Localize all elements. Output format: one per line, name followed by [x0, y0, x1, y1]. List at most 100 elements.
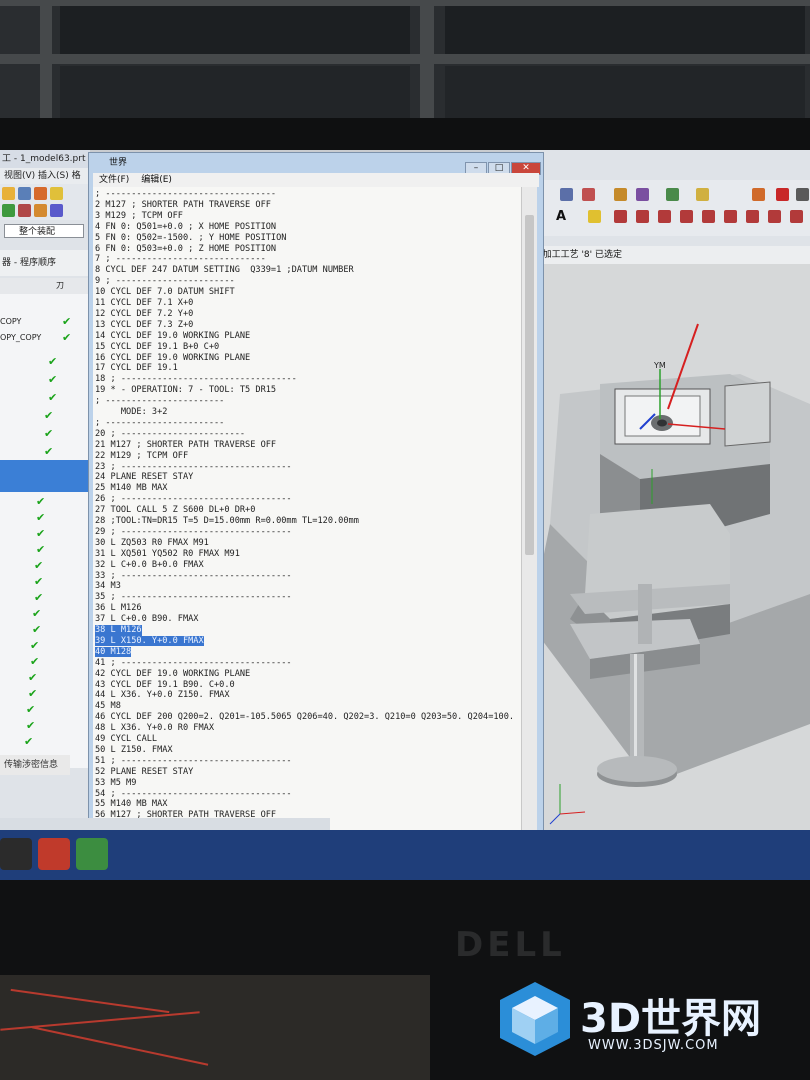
point-icon[interactable]: [680, 210, 693, 223]
code-line[interactable]: 55 M140 MB MAX: [95, 799, 167, 810]
code-line[interactable]: 52 PLANE RESET STAY: [95, 767, 193, 778]
nav-row[interactable]: ✔: [0, 408, 90, 424]
code-line[interactable]: 5 FN 0: Q502=-1500. ; Y HOME POSITION: [95, 233, 286, 244]
record-icon[interactable]: [776, 188, 789, 201]
display-icon[interactable]: [582, 188, 595, 201]
code-line[interactable]: 37 L C+0.0 B90. FMAX: [95, 614, 198, 625]
nav-row-selected[interactable]: [0, 476, 90, 492]
arc-icon[interactable]: [636, 210, 649, 223]
terminal-task[interactable]: [0, 838, 32, 870]
settings-icon[interactable]: [796, 188, 809, 201]
nav-row-selected[interactable]: [0, 460, 90, 476]
code-line[interactable]: 13 CYCL DEF 7.3 Z+0: [95, 320, 193, 331]
code-line[interactable]: 32 L C+0.0 B+0.0 FMAX: [95, 560, 204, 571]
nav-row[interactable]: ✔: [0, 574, 90, 590]
code-line[interactable]: ; -----------------------: [95, 418, 224, 429]
nav-row[interactable]: ✔: [0, 606, 90, 622]
nav-row-copy[interactable]: COPY ✔: [0, 314, 90, 330]
code-line[interactable]: 16 CYCL DEF 19.0 WORKING PLANE: [95, 353, 250, 364]
code-line[interactable]: 27 TOOL CALL 5 Z S600 DL+0 DR+0: [95, 505, 255, 516]
code-line[interactable]: 21 M127 ; SHORTER PATH TRAVERSE OFF: [95, 440, 276, 451]
code-line[interactable]: 46 CYCL DEF 200 Q200=2. Q201=-105.5065 Q…: [95, 712, 514, 723]
code-line[interactable]: 28 ;TOOL:TN=DR15 T=5 D=15.00mm R=0.00mm …: [95, 516, 359, 527]
code-line[interactable]: 3 M129 ; TCPM OFF: [95, 211, 183, 222]
nav-row[interactable]: ✔: [0, 510, 90, 526]
nav-row[interactable]: ✔: [0, 542, 90, 558]
save-icon[interactable]: [18, 187, 31, 200]
app-task[interactable]: [76, 838, 108, 870]
code-line[interactable]: 39 L X150. Y+0.0 FMAX: [95, 635, 204, 647]
code-line[interactable]: 48 L X36. Y+0.0 R0 FMAX: [95, 723, 214, 734]
code-line[interactable]: 10 CYCL DEF 7.0 DATUM SHIFT: [95, 287, 235, 298]
code-line[interactable]: ; -----------------------: [95, 396, 224, 407]
nav-row[interactable]: ✔: [0, 372, 90, 388]
nav-row[interactable]: ✔: [0, 638, 90, 654]
cad-menu-bar[interactable]: 视图(V) 插入(S) 格: [0, 168, 90, 184]
nav-row-copy-copy[interactable]: OPY_COPY ✔: [0, 330, 90, 346]
nav-row[interactable]: ✔: [0, 718, 90, 734]
code-line[interactable]: 6 FN 0: Q503=+0.0 ; Z HOME POSITION: [95, 244, 276, 255]
undo-icon[interactable]: [2, 204, 15, 217]
code-line[interactable]: 51 ; ---------------------------------: [95, 756, 292, 767]
nav-row[interactable]: ✔: [0, 686, 90, 702]
code-line[interactable]: 29 ; ---------------------------------: [95, 527, 292, 538]
code-line[interactable]: 23 ; ---------------------------------: [95, 462, 292, 473]
nav-row[interactable]: ✔: [0, 494, 90, 510]
orient-icon[interactable]: [614, 188, 627, 201]
line-icon[interactable]: [614, 210, 627, 223]
code-line[interactable]: 43 CYCL DEF 19.1 B90. C+0.0: [95, 680, 235, 691]
code-line[interactable]: 40 M128: [95, 646, 132, 658]
code-line[interactable]: 9 ; -----------------------: [95, 276, 235, 287]
tool-icon[interactable]: [34, 204, 47, 217]
dimension-icon[interactable]: [702, 210, 715, 223]
code-line[interactable]: 42 CYCL DEF 19.0 WORKING PLANE: [95, 669, 250, 680]
constraint-icon[interactable]: [724, 210, 737, 223]
nav-row[interactable]: ✔: [0, 558, 90, 574]
code-line[interactable]: 24 PLANE RESET STAY: [95, 472, 193, 483]
code-line[interactable]: 15 CYCL DEF 19.1 B+0 C+0: [95, 342, 219, 353]
nav-row[interactable]: ✔: [0, 702, 90, 718]
code-line[interactable]: MODE: 3+2: [95, 407, 168, 418]
code-line[interactable]: 20 ; ------------------------: [95, 429, 245, 440]
code-line[interactable]: 50 L Z150. FMAX: [95, 745, 173, 756]
note-icon[interactable]: [588, 210, 601, 223]
code-line[interactable]: 2 M127 ; SHORTER PATH TRAVERSE OFF: [95, 200, 271, 211]
nav-row[interactable]: ✔: [0, 590, 90, 606]
shade-icon[interactable]: [636, 188, 649, 201]
code-line[interactable]: 12 CYCL DEF 7.2 Y+0: [95, 309, 193, 320]
trim-icon[interactable]: [746, 210, 759, 223]
code-line[interactable]: 18 ; ----------------------------------: [95, 374, 297, 385]
nav-row[interactable]: ✔: [0, 526, 90, 542]
code-line[interactable]: 34 M3: [95, 581, 121, 592]
copy-icon[interactable]: [50, 187, 63, 200]
3d-viewport[interactable]: YM: [530, 264, 810, 880]
code-line[interactable]: 25 M140 MB MAX: [95, 483, 167, 494]
operation-icon[interactable]: [50, 204, 63, 217]
view-icon[interactable]: [560, 188, 573, 201]
code-line[interactable]: 7 ; -----------------------------: [95, 254, 266, 265]
code-line[interactable]: 49 CYCL CALL: [95, 734, 157, 745]
code-line[interactable]: 36 L M126: [95, 603, 142, 614]
annotation-text-tool[interactable]: A: [556, 209, 566, 224]
cut-icon[interactable]: [34, 187, 47, 200]
code-line[interactable]: 44 L X36. Y+0.0 Z150. FMAX: [95, 690, 230, 701]
code-line[interactable]: 54 ; ---------------------------------: [95, 789, 292, 800]
nav-row[interactable]: ✔: [0, 670, 90, 686]
menu-file[interactable]: 文件(F): [99, 175, 129, 185]
code-line[interactable]: 45 M8: [95, 701, 121, 712]
code-line[interactable]: 41 ; ---------------------------------: [95, 658, 292, 669]
code-line[interactable]: 35 ; ---------------------------------: [95, 592, 292, 603]
code-line[interactable]: 14 CYCL DEF 19.0 WORKING PLANE: [95, 331, 250, 342]
mirror-icon[interactable]: [790, 210, 803, 223]
spline-icon[interactable]: [658, 210, 671, 223]
code-line[interactable]: 22 M129 ; TCPM OFF: [95, 451, 188, 462]
nav-row[interactable]: ✔: [0, 654, 90, 670]
nc-code-textarea[interactable]: ; --------------------------------- 2 M12…: [93, 187, 521, 842]
code-line[interactable]: 4 FN 0: Q501=+0.0 ; X HOME POSITION: [95, 222, 276, 233]
snap-icon[interactable]: [666, 188, 679, 201]
code-line[interactable]: 30 L ZQ503 R0 FMAX M91: [95, 538, 209, 549]
vertical-scrollbar[interactable]: [521, 187, 537, 830]
code-line[interactable]: 31 L XQ501 YQ502 R0 FMAX M91: [95, 549, 240, 560]
assembly-filter-select[interactable]: 整个装配: [4, 224, 84, 238]
menu-edit[interactable]: 编辑(E): [141, 175, 172, 185]
